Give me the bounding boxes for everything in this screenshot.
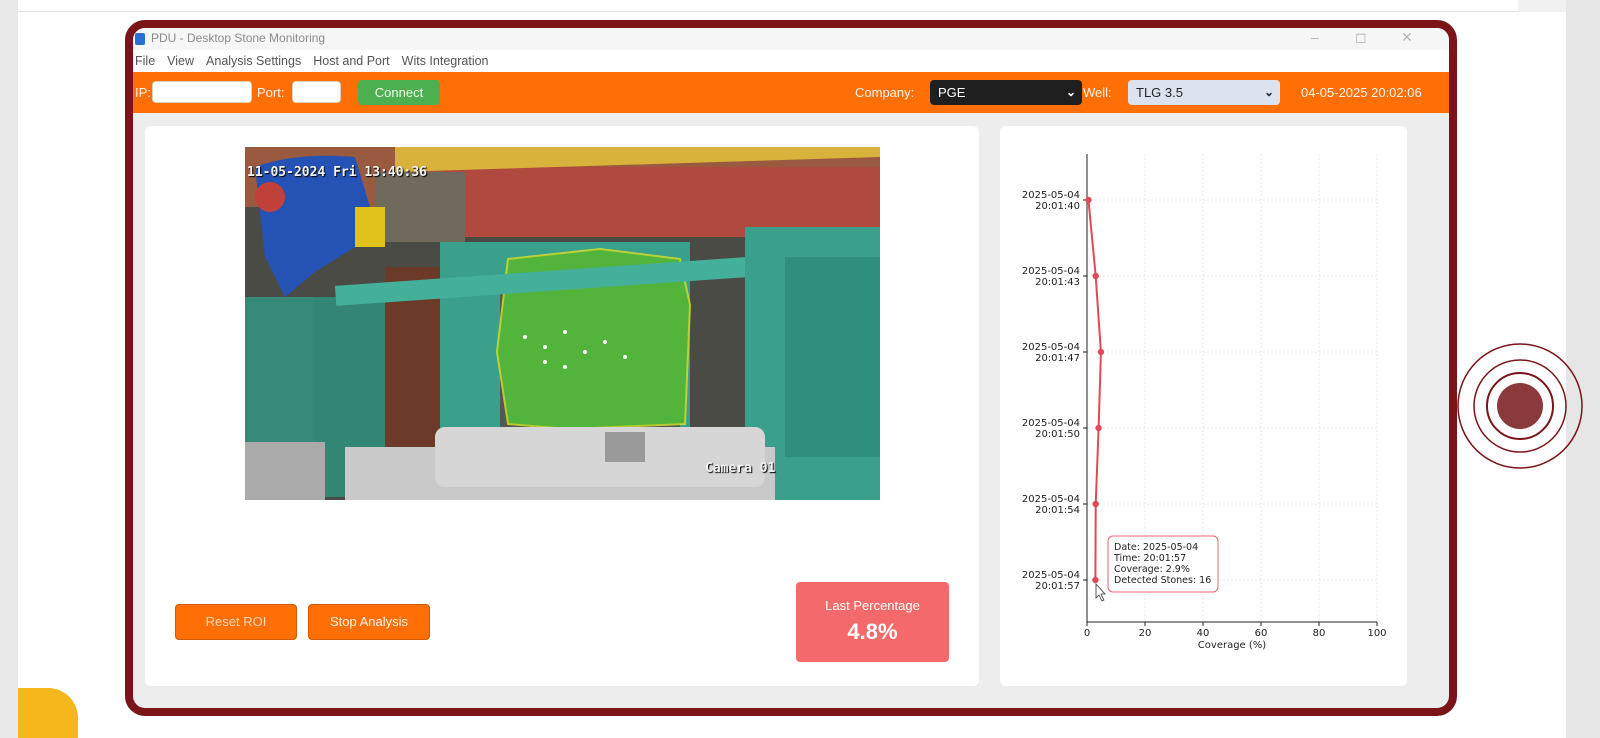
current-datetime: 04-05-2025 20:02:06 xyxy=(1301,85,1422,100)
chart-panel: 0 20 40 60 80 100 Coverage (%) 2025-05-04 20:01:… xyxy=(1000,126,1407,686)
x-tick-label: 100 xyxy=(1367,628,1386,639)
slide-top-strip xyxy=(18,0,1518,12)
reset-roi-button[interactable]: Reset ROI xyxy=(175,604,297,640)
x-tick-label: 20 xyxy=(1139,628,1152,639)
y-tick-label: 2025-05-04 20:01:47 xyxy=(1022,342,1080,364)
coverage-point xyxy=(1095,424,1102,432)
x-tick-label: 40 xyxy=(1197,628,1210,639)
y-tick-label: 2025-05-04 20:01:57 xyxy=(1022,570,1080,592)
connect-button[interactable]: Connect xyxy=(358,80,440,105)
x-tick-label: 80 xyxy=(1313,628,1326,639)
coverage-series-line xyxy=(1087,199,1102,581)
menu-analysis-settings[interactable]: Analysis Settings xyxy=(206,54,301,68)
window-titlebar: PDU - Desktop Stone Monitoring – ◻ ✕ xyxy=(133,28,1449,50)
coverage-point xyxy=(1097,348,1105,356)
menu-wits-integration[interactable]: Wits Integration xyxy=(402,54,489,68)
camera-scene-image xyxy=(245,147,880,500)
target-decoration-icon xyxy=(1457,343,1583,469)
coverage-point xyxy=(1092,272,1099,280)
mouse-cursor-icon xyxy=(1095,582,1106,602)
ip-label: IP: xyxy=(135,85,151,100)
menu-host-and-port[interactable]: Host and Port xyxy=(313,54,389,68)
tooltip-line: Detected Stones: 16 xyxy=(1114,575,1211,586)
close-icon[interactable]: ✕ xyxy=(1401,29,1413,46)
chevron-down-icon: ⌄ xyxy=(1065,85,1076,99)
menu-bar: File View Analysis Settings Host and Por… xyxy=(133,50,1449,72)
menu-view[interactable]: View xyxy=(167,54,194,68)
x-axis-label: Coverage (%) xyxy=(1198,640,1266,651)
menu-file[interactable]: File xyxy=(135,54,155,68)
camera-label: Camera 01 xyxy=(705,461,776,476)
video-panel: 11-05-2024 Fri 13:40:36 Camera 01 Reset … xyxy=(145,126,979,686)
y-tick-label: 2025-05-04 20:01:50 xyxy=(1022,418,1080,440)
y-tick-label: 2025-05-04 20:01:54 xyxy=(1022,494,1080,516)
well-value: TLG 3.5 xyxy=(1136,85,1183,100)
ip-input[interactable] xyxy=(152,81,252,103)
coverage-chart[interactable]: 0 20 40 60 80 100 Coverage (%) 2025-05-04 20:01:… xyxy=(1000,126,1407,686)
slide-margin-left xyxy=(0,0,18,738)
port-label: Port: xyxy=(257,85,285,100)
chevron-down-icon: ⌄ xyxy=(1263,85,1274,99)
maximize-icon[interactable]: ◻ xyxy=(1355,29,1367,46)
port-input[interactable] xyxy=(292,81,341,103)
camera-feed[interactable]: 11-05-2024 Fri 13:40:36 Camera 01 xyxy=(245,147,880,500)
coverage-point xyxy=(1085,196,1092,204)
company-select[interactable]: PGE ⌄ xyxy=(930,80,1082,105)
app-window: PDU - Desktop Stone Monitoring – ◻ ✕ Fil… xyxy=(125,20,1457,716)
last-percentage-card: Last Percentage 4.8% xyxy=(796,582,949,662)
window-title: PDU - Desktop Stone Monitoring xyxy=(151,31,326,45)
connection-toolbar: IP: Port: Connect Company: PGE ⌄ Well: T… xyxy=(133,72,1449,113)
last-percentage-value: 4.8% xyxy=(847,619,898,644)
minimize-icon[interactable]: – xyxy=(1311,29,1319,45)
tooltip-line: Coverage: 2.9% xyxy=(1114,564,1190,575)
y-tick-label: 2025-05-04 20:01:40 xyxy=(1022,190,1080,212)
company-value: PGE xyxy=(938,85,966,100)
stop-analysis-button[interactable]: Stop Analysis xyxy=(308,604,430,640)
camera-timestamp: 11-05-2024 Fri 13:40:36 xyxy=(247,165,428,180)
coverage-point xyxy=(1092,576,1099,584)
tooltip-line: Date: 2025-05-04 xyxy=(1114,542,1198,553)
last-percentage-title: Last Percentage xyxy=(825,598,920,613)
y-tick-label: 2025-05-04 20:01:43 xyxy=(1022,266,1080,288)
x-tick-label: 60 xyxy=(1255,628,1268,639)
x-tick-label: 0 xyxy=(1084,628,1090,639)
app-icon xyxy=(135,33,145,45)
tooltip-line: Time: 20:01:57 xyxy=(1113,553,1186,564)
well-label: Well: xyxy=(1083,85,1112,100)
coverage-point xyxy=(1092,500,1099,508)
well-select[interactable]: TLG 3.5 ⌄ xyxy=(1128,80,1280,105)
company-label: Company: xyxy=(855,85,915,100)
